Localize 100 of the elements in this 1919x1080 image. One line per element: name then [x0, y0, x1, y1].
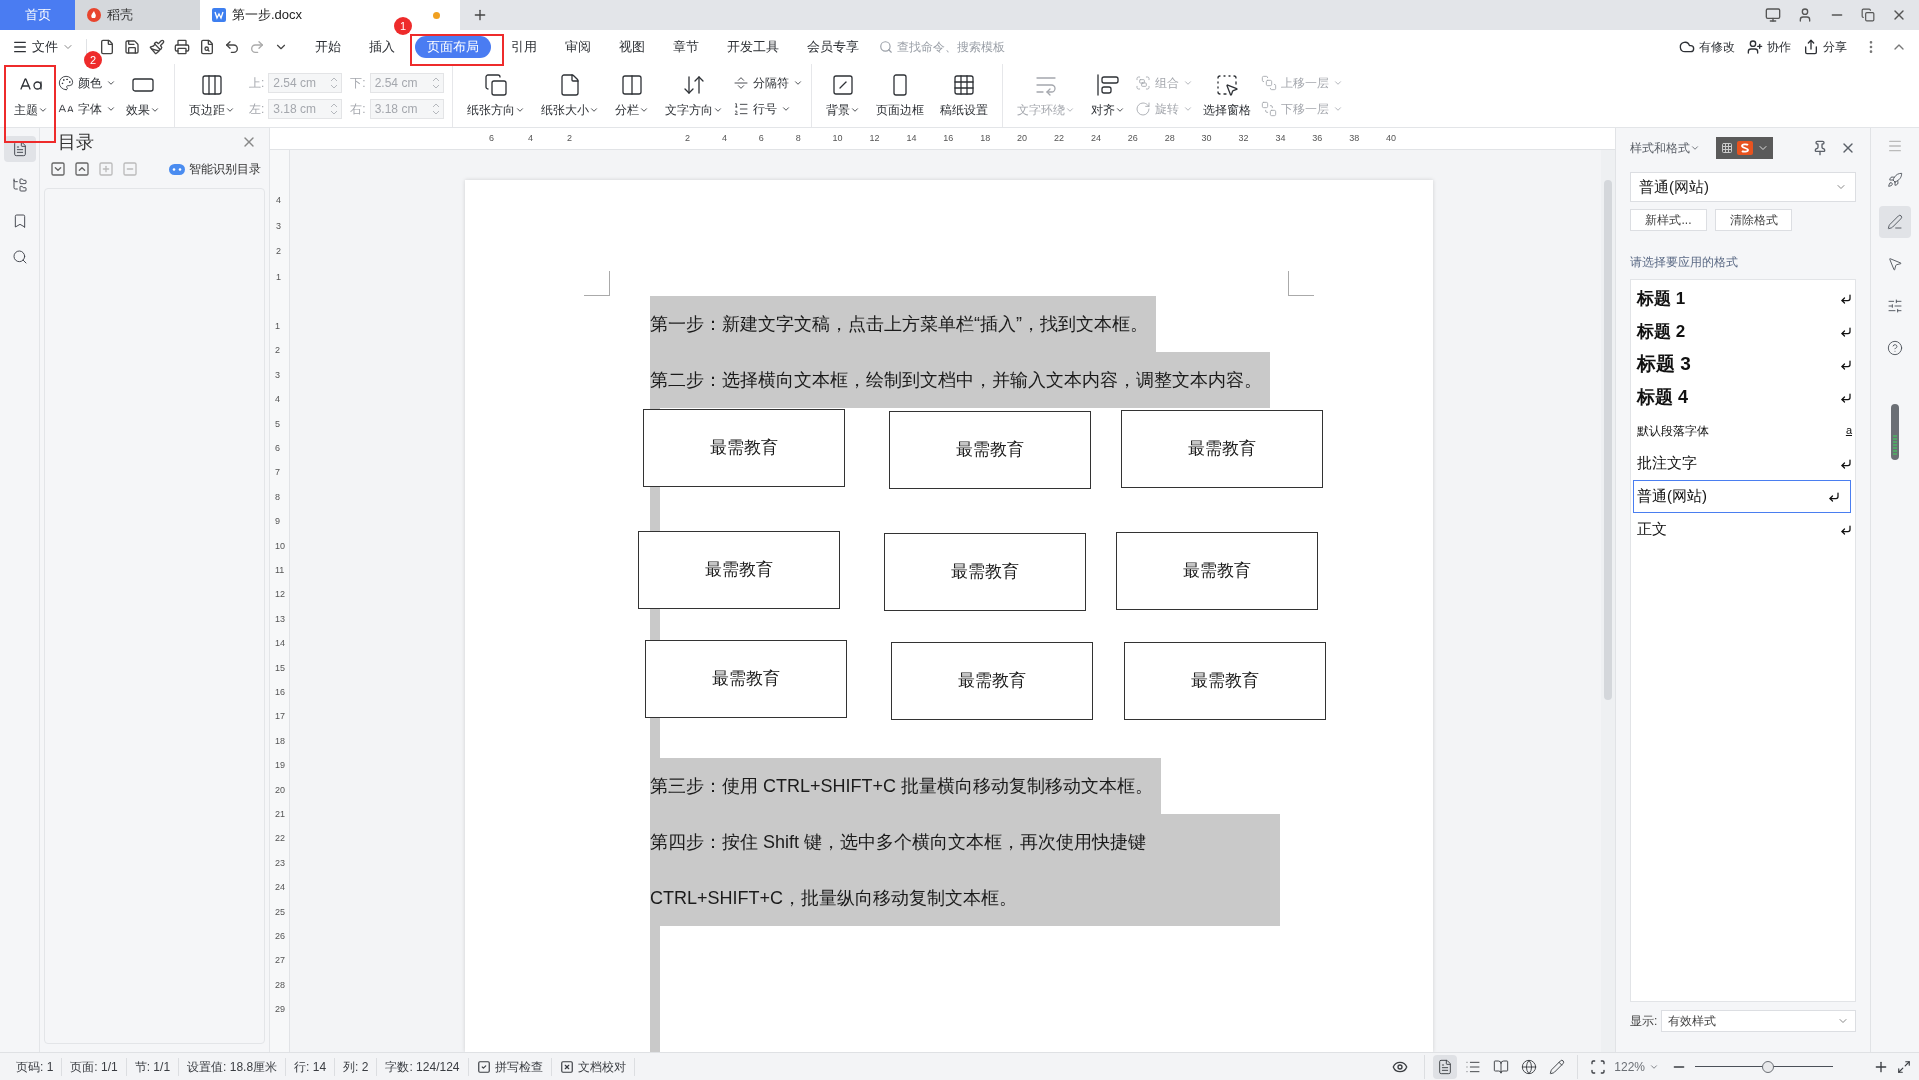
numbered-list-icon	[732, 100, 749, 117]
ribbon-button[interactable]: 颜色	[58, 73, 116, 92]
side-tool[interactable]	[1879, 206, 1911, 238]
style-item[interactable]: 标题 3	[1633, 348, 1863, 381]
ruler-number: 40	[1386, 132, 1397, 145]
document-tab[interactable]: 首页	[0, 0, 75, 30]
scrollbar[interactable]	[1601, 150, 1615, 1052]
style-item[interactable]: 普通(网站)	[1633, 480, 1851, 513]
ime-toolbar[interactable]	[1716, 137, 1773, 159]
file-menu[interactable]: 文件	[12, 37, 74, 57]
ruler-number: 38	[1349, 132, 1360, 145]
new-file-icon[interactable]	[99, 39, 115, 55]
ribbon-tab[interactable]: 开始	[307, 36, 349, 58]
restore-icon[interactable]	[1861, 8, 1875, 22]
header-action[interactable]: 有修改	[1679, 38, 1735, 56]
ribbon-button[interactable]: 稿纸设置	[933, 64, 994, 127]
ruler-number: 1	[275, 320, 280, 333]
ribbon-tab[interactable]: 插入	[361, 36, 403, 58]
ruler-number: 4	[276, 194, 281, 207]
style-item[interactable]: 标题 1	[1633, 282, 1863, 315]
text-box[interactable]: 最需教育	[638, 531, 840, 609]
ribbon-button[interactable]: 选择窗格	[1196, 64, 1257, 127]
ruler-number: 8	[275, 490, 280, 504]
pin-icon[interactable]	[1812, 140, 1828, 156]
ribbon-tab[interactable]: 开发工具	[719, 36, 787, 58]
document-tab[interactable]: 稻壳	[75, 0, 200, 30]
avatar-icon[interactable]	[1797, 7, 1813, 23]
group-icon	[1134, 74, 1151, 91]
ribbon-tab[interactable]: 引用	[503, 36, 545, 58]
view-mode-button[interactable]	[1433, 1054, 1458, 1079]
text-box[interactable]: 最需教育	[891, 642, 1093, 720]
ribbon-tab[interactable]: 会员专享	[799, 36, 867, 58]
new-tab-icon[interactable]	[472, 7, 488, 23]
style-item[interactable]: 正文	[1633, 513, 1863, 546]
ruler-number: 2	[276, 245, 281, 258]
status-button[interactable]: 拼写检查	[468, 1057, 552, 1076]
text-box[interactable]: 最需教育	[1121, 410, 1323, 488]
style-item[interactable]: 默认段落字体 a	[1633, 414, 1863, 447]
ribbon-button[interactable]: 分栏	[608, 64, 655, 127]
zoom-dropdown[interactable]: 122%	[1614, 1057, 1659, 1076]
style-item[interactable]: 标题 2	[1633, 315, 1863, 348]
command-search[interactable]: 查找命令、搜索模板	[879, 38, 1027, 56]
grid-icon	[1720, 142, 1733, 154]
text-box[interactable]: 最需教育	[1124, 642, 1326, 720]
ribbon-tab[interactable]: 章节	[665, 36, 707, 58]
cross-box-icon	[559, 1059, 574, 1074]
ruler-number: 12	[869, 132, 880, 145]
expand-icon[interactable]	[50, 161, 66, 177]
collapse-icon[interactable]	[74, 161, 90, 177]
ruler-number: 14	[906, 132, 917, 145]
ribbon-button[interactable]: 分隔符	[732, 73, 803, 92]
undo-icon[interactable]	[224, 39, 240, 55]
meter-icon	[1891, 404, 1899, 460]
smart-toc-button[interactable]: 智能识别目录	[169, 160, 265, 178]
ribbon-button[interactable]: 主题	[8, 64, 54, 127]
panel-title[interactable]: 样式和格式	[1630, 139, 1700, 157]
ruler-number: 30	[1201, 132, 1212, 145]
corner-mark	[584, 271, 610, 296]
fit-page-icon[interactable]	[1590, 1058, 1607, 1075]
text-box[interactable]: 最需教育	[1116, 532, 1318, 610]
header-action[interactable]: 分享	[1803, 38, 1847, 56]
panel-button[interactable]: 新样式...	[1630, 209, 1707, 231]
monitor-icon[interactable]	[1765, 7, 1781, 23]
style-item[interactable]: 标题 4	[1633, 381, 1863, 414]
slider-thumb[interactable]	[1762, 1060, 1775, 1073]
ribbon-button[interactable]: 对齐	[1084, 64, 1131, 127]
text-box[interactable]: 最需教育	[884, 533, 1086, 611]
text-box[interactable]: 最需教育	[645, 640, 847, 718]
zoom-slider[interactable]	[1695, 1059, 1833, 1074]
ruler-number: 34	[1275, 132, 1286, 145]
panel-button[interactable]: 清除格式	[1715, 209, 1792, 231]
header-action[interactable]: 协作	[1747, 38, 1791, 56]
scroll-thumb[interactable]	[1604, 180, 1612, 700]
ruler-number: 36	[1312, 132, 1323, 145]
fullscreen-icon[interactable]	[1897, 1059, 1911, 1074]
preview-icon[interactable]	[199, 39, 215, 55]
ribbon-tab[interactable]: 页面布局	[415, 36, 491, 58]
ribbon-button[interactable]: 纸张大小	[534, 64, 605, 127]
style-dropdown[interactable]: 普通(网站)	[1630, 172, 1856, 202]
ribbon-button[interactable]: 页面边框	[869, 64, 930, 127]
nav-tool[interactable]	[3, 136, 36, 162]
ruler-number: 26	[275, 930, 285, 943]
status-button[interactable]: 文档校对	[551, 1057, 635, 1076]
text-box[interactable]: 最需教育	[643, 409, 845, 487]
ribbon-button[interactable]: 字体	[58, 99, 116, 118]
brush-icon[interactable]	[149, 39, 165, 55]
show-dropdown[interactable]: 有效样式	[1661, 1010, 1856, 1032]
printer-icon[interactable]	[174, 39, 190, 55]
ribbon-button[interactable]: 行号	[732, 99, 803, 118]
text-box[interactable]: 最需教育	[889, 411, 1091, 489]
ribbon-button[interactable]: 背景	[819, 64, 866, 127]
ruler-number: 6	[489, 132, 494, 145]
ribbon-tab[interactable]: 审阅	[557, 36, 599, 58]
ribbon-button[interactable]: 文字方向	[658, 64, 729, 127]
ribbon-button[interactable]: 页边距	[183, 64, 241, 127]
ribbon-tab[interactable]: 视图	[611, 36, 653, 58]
save-icon[interactable]	[124, 39, 140, 55]
style-item[interactable]: 批注文字	[1633, 447, 1863, 480]
ribbon-button[interactable]: 效果	[120, 64, 166, 127]
ribbon-button[interactable]: 纸张方向	[460, 64, 531, 127]
